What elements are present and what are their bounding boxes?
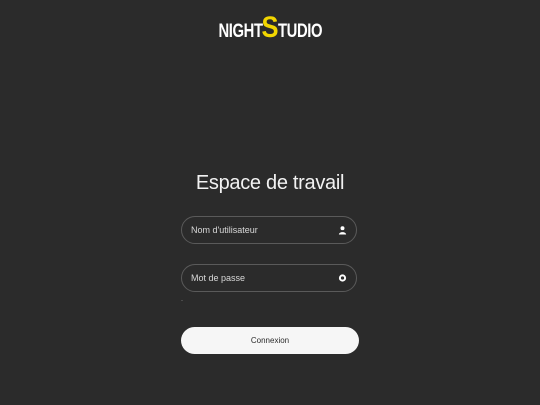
night-studio-logo: NIGHTSTUDIO (0, 13, 540, 43)
password-field[interactable] (181, 264, 357, 292)
username-field[interactable] (181, 216, 357, 244)
logo-text-night: NIGHT (218, 21, 263, 42)
logo-text-tudio: TUDIO (277, 21, 323, 42)
divider-mark (181, 300, 183, 301)
logo-text-s: S (261, 11, 279, 44)
password-input[interactable] (191, 265, 331, 291)
user-icon (338, 226, 347, 235)
login-page: NIGHTSTUDIO Espace de travail Connexion (0, 0, 540, 405)
username-input[interactable] (191, 217, 331, 243)
page-title: Espace de travail (195, 172, 345, 194)
login-button[interactable]: Connexion (181, 327, 359, 354)
eye-icon[interactable] (338, 274, 347, 283)
